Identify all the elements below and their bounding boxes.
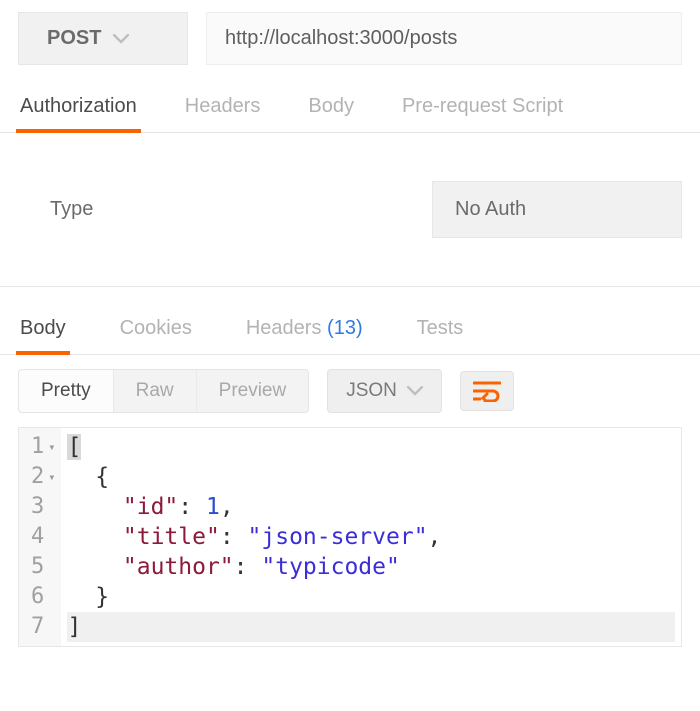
view-mode-group: Pretty Raw Preview: [18, 369, 309, 413]
tab-body[interactable]: Body: [306, 83, 356, 132]
body-format-select[interactable]: JSON: [327, 369, 442, 413]
response-tab-body[interactable]: Body: [18, 305, 68, 354]
response-headers-count: (13): [327, 317, 363, 339]
tab-headers[interactable]: Headers: [183, 83, 263, 132]
response-tab-headers-label: Headers: [246, 317, 322, 339]
wrap-icon: [473, 380, 501, 402]
response-tab-headers[interactable]: Headers (13): [244, 305, 365, 354]
response-tab-cookies[interactable]: Cookies: [118, 305, 194, 354]
url-input[interactable]: [206, 12, 682, 65]
tab-authorization[interactable]: Authorization: [18, 83, 139, 132]
response-body-editor[interactable]: 1▾ 2▾ 3▾ 4▾ 5▾ 6▾ 7▾ [ { "id": 1, "title…: [0, 427, 700, 647]
request-tabs: Authorization Headers Body Pre-request S…: [0, 83, 700, 133]
http-method-select[interactable]: POST: [18, 12, 188, 65]
body-toolbar: Pretty Raw Preview JSON: [0, 355, 700, 427]
wrap-lines-button[interactable]: [460, 371, 514, 411]
line-number-gutter: 1▾ 2▾ 3▾ 4▾ 5▾ 6▾ 7▾: [19, 428, 61, 646]
auth-panel: Type No Auth: [0, 133, 700, 287]
chevron-down-icon: [113, 34, 129, 44]
auth-type-label: Type: [50, 198, 432, 221]
code-content[interactable]: [ { "id": 1, "title": "json-server", "au…: [61, 428, 681, 646]
chevron-down-icon: [407, 386, 423, 396]
body-format-label: JSON: [346, 380, 397, 402]
view-mode-preview[interactable]: Preview: [196, 370, 309, 412]
tab-prerequest[interactable]: Pre-request Script: [400, 83, 565, 132]
view-mode-raw[interactable]: Raw: [113, 370, 196, 412]
auth-type-value: No Auth: [455, 198, 526, 220]
response-tab-tests[interactable]: Tests: [415, 305, 466, 354]
http-method-label: POST: [47, 27, 101, 50]
response-tabs: Body Cookies Headers (13) Tests: [0, 287, 700, 355]
auth-type-select[interactable]: No Auth: [432, 181, 682, 238]
view-mode-pretty[interactable]: Pretty: [19, 370, 113, 412]
